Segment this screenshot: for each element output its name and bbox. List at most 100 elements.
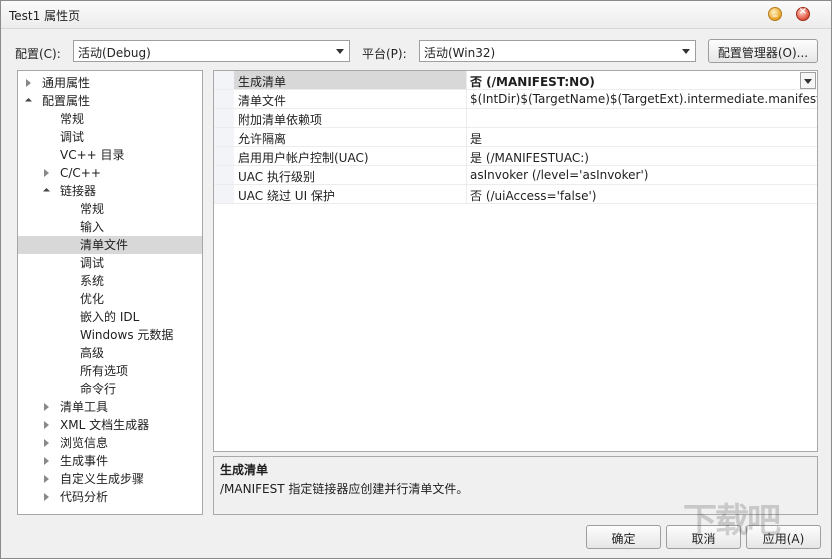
column-divider [466, 185, 467, 204]
row-gutter [214, 109, 234, 127]
tree-item[interactable]: Windows 元数据 [18, 326, 202, 344]
tree-item[interactable]: 嵌入的 IDL [18, 308, 202, 326]
config-label: 配置(C): [15, 47, 61, 61]
tree-item-label: Windows 元数据 [80, 328, 174, 342]
property-name: 启用用户帐户控制(UAC) [238, 151, 369, 165]
tree-item[interactable]: 清单文件 [18, 236, 202, 254]
tree-item[interactable]: 代码分析 [18, 488, 202, 506]
chevron-down-icon [336, 49, 344, 54]
tree-item-label: 命令行 [80, 382, 117, 396]
tree-item[interactable]: C/C++ [18, 164, 202, 182]
value-dropdown-button[interactable] [800, 72, 816, 89]
collapsed-arrow-icon[interactable] [44, 475, 49, 483]
tree-item-label: 配置属性 [42, 94, 91, 108]
tree-item-label: 生成事件 [60, 454, 109, 468]
tree-item-label: 高级 [80, 346, 105, 360]
column-divider [466, 109, 467, 128]
tree-item[interactable]: 系统 [18, 272, 202, 290]
platform-value: 活动(Win32) [424, 46, 496, 60]
tree-item[interactable]: 链接器 [18, 182, 202, 200]
tree-item[interactable]: 自定义生成步骤 [18, 470, 202, 488]
property-row[interactable]: 清单文件 $(IntDir)$(TargetName)$(TargetExt).i… [214, 90, 817, 109]
tree-item[interactable]: 调试 [18, 254, 202, 272]
tree-item[interactable]: 生成事件 [18, 452, 202, 470]
property-row[interactable]: 生成清单 否 (/MANIFEST:NO) [214, 71, 817, 90]
collapsed-arrow-icon[interactable] [44, 169, 49, 177]
description-title: 生成清单 [220, 463, 269, 477]
expanded-arrow-icon[interactable] [24, 97, 33, 106]
property-tree[interactable]: 通用属性 配置属性 常规 调试 VC++ 目录 C/C++ 链接器 常规 输入 清单文件 调试 系统优… [17, 70, 203, 515]
property-row[interactable]: 允许隔离 是 [214, 128, 817, 147]
tree-item-label: 调试 [80, 256, 105, 270]
expanded-arrow-icon[interactable] [42, 187, 51, 196]
tree-item[interactable]: 浏览信息 [18, 434, 202, 452]
tree-item[interactable]: 命令行 [18, 380, 202, 398]
column-divider [466, 71, 467, 90]
property-name: 允许隔离 [238, 132, 287, 146]
tree-item[interactable]: 调试 [18, 128, 202, 146]
tree-item-label: 常规 [80, 202, 105, 216]
tree-item[interactable]: 常规 [18, 110, 202, 128]
tree-item-label: XML 文档生成器 [60, 418, 150, 432]
property-name: 生成清单 [238, 75, 287, 89]
column-divider [466, 166, 467, 185]
description-text: /MANIFEST 指定链接器应创建并行清单文件。 [220, 482, 469, 496]
tree-item[interactable]: 通用属性 [18, 74, 202, 92]
column-divider [466, 128, 467, 147]
tree-item[interactable]: 配置属性 [18, 92, 202, 110]
row-gutter [214, 185, 234, 203]
property-value[interactable]: asInvoker (/level='asInvoker') [470, 168, 648, 182]
property-value[interactable]: 是 [470, 130, 482, 147]
config-manager-button[interactable]: 配置管理器(O)... [708, 39, 818, 63]
window-title: Test1 属性页 [9, 9, 81, 23]
property-row[interactable]: UAC 绕过 UI 保护 否 (/uiAccess='false') [214, 185, 817, 204]
tree-item-label: 嵌入的 IDL [80, 310, 140, 324]
collapsed-arrow-icon[interactable] [44, 493, 49, 501]
property-row[interactable]: UAC 执行级别 asInvoker (/level='asInvoker') [214, 166, 817, 185]
collapsed-arrow-icon[interactable] [44, 439, 49, 447]
tree-item[interactable]: 高级 [18, 344, 202, 362]
tree-item-label: 通用属性 [42, 76, 91, 90]
property-name: 附加清单依赖项 [238, 113, 323, 127]
tree-item[interactable]: 所有选项 [18, 362, 202, 380]
tree-item-label: C/C++ [60, 166, 101, 180]
config-select[interactable]: 活动(Debug) [73, 40, 350, 62]
property-name: UAC 执行级别 [238, 170, 315, 184]
tree-item[interactable]: VC++ 目录 [18, 146, 202, 164]
collapsed-arrow-icon[interactable] [44, 403, 49, 411]
platform-label: 平台(P): [362, 47, 407, 61]
tree-item-label: 代码分析 [60, 490, 109, 504]
tree-item[interactable]: 输入 [18, 218, 202, 236]
property-row[interactable]: 附加清单依赖项 [214, 109, 817, 128]
property-value[interactable]: 是 (/MANIFESTUAC:) [470, 149, 589, 166]
row-gutter [214, 166, 234, 184]
tree-item[interactable]: 优化 [18, 290, 202, 308]
tree-item[interactable]: 清单工具 [18, 398, 202, 416]
platform-select[interactable]: 活动(Win32) [419, 40, 696, 62]
column-divider [466, 90, 467, 109]
config-value: 活动(Debug) [78, 46, 151, 60]
ok-button[interactable]: 确定 [586, 525, 661, 549]
collapsed-arrow-icon[interactable] [44, 421, 49, 429]
tree-item-label: 清单文件 [80, 238, 129, 252]
tree-item-label: 调试 [60, 130, 85, 144]
property-value[interactable]: $(IntDir)$(TargetName)$(TargetExt).inter… [470, 92, 817, 106]
title-bar: Test1 属性页 _ × [1, 1, 831, 29]
row-gutter [214, 128, 234, 146]
row-gutter [214, 71, 234, 89]
tree-item-label: 系统 [80, 274, 105, 288]
collapsed-arrow-icon[interactable] [44, 457, 49, 465]
property-value[interactable]: 否 (/MANIFEST:NO) [470, 73, 595, 90]
tree-item[interactable]: XML 文档生成器 [18, 416, 202, 434]
property-value[interactable]: 否 (/uiAccess='false') [470, 187, 596, 204]
tree-item-label: 输入 [80, 220, 105, 234]
tree-item-label: 常规 [60, 112, 85, 126]
property-row[interactable]: 启用用户帐户控制(UAC) 是 (/MANIFESTUAC:) [214, 147, 817, 166]
property-pages-window: Test1 属性页 _ × 配置(C): 活动(Debug) 平台(P): 活动… [0, 0, 832, 559]
close-button[interactable]: × [796, 6, 810, 21]
property-grid[interactable]: 生成清单 否 (/MANIFEST:NO) 清单文件 $(IntDir)$(Targe… [213, 70, 818, 452]
collapsed-arrow-icon[interactable] [26, 79, 31, 87]
minimize-button[interactable]: _ [768, 6, 782, 21]
tree-item[interactable]: 常规 [18, 200, 202, 218]
close-icon: × [798, 6, 808, 17]
